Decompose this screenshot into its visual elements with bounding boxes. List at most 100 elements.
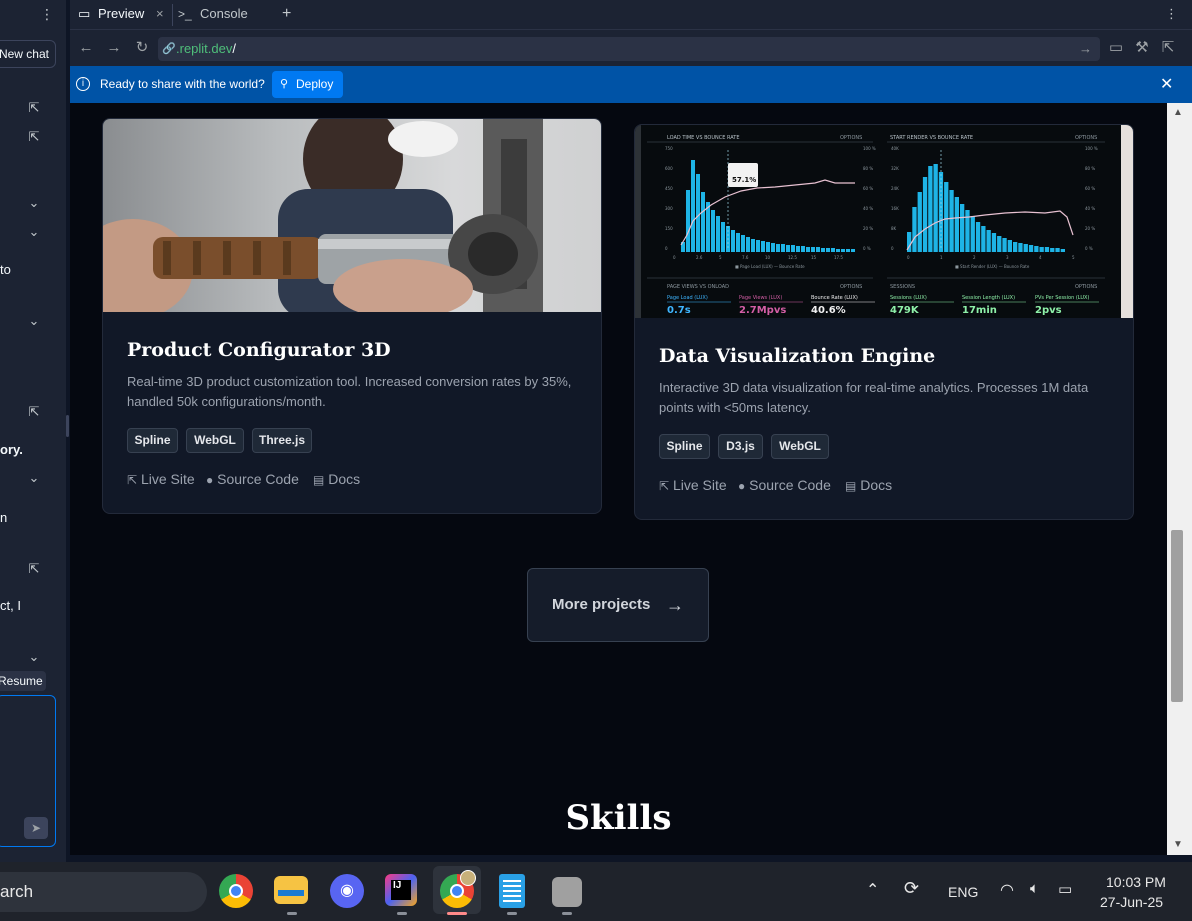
x-tick-label: 5 [1072,255,1075,260]
chevron-up-icon[interactable]: ⌃ [866,880,879,900]
sync-icon[interactable]: ⟳ [904,878,919,899]
source-code-link[interactable]: ● Source Code [206,471,299,487]
histogram-bar [944,182,949,252]
live-site-link[interactable]: ⇱ Live Site [127,471,195,487]
chrome-icon[interactable] [219,874,253,908]
close-icon[interactable]: ✕ [1160,74,1173,94]
project-description: Interactive 3D data visualization for re… [659,380,1089,415]
new-chat-button[interactable]: New chat [0,40,56,68]
panel-title: LOAD TIME VS BOUNCE RATE [667,135,740,141]
svg-text:PAGE VIEWS VS ONLOAD: PAGE VIEWS VS ONLOAD [667,284,729,290]
url-input[interactable]: 🔗 .replit.dev/ → [158,37,1100,61]
tech-tag: WebGL [771,434,829,459]
chrome-profile-icon[interactable] [440,870,476,908]
scroll-up-icon[interactable]: ▲ [1173,107,1183,118]
x-tick-label: 2 [973,255,976,260]
clock-time[interactable]: 10:03 PM [1106,874,1166,890]
back-icon[interactable]: ← [76,38,96,58]
arrow-right-icon: → [666,595,684,615]
search-input[interactable]: arch [0,872,207,912]
open-external-icon[interactable]: ⇱ [26,129,42,145]
tab-preview[interactable]: ▭ Preview × [76,0,172,30]
reload-icon[interactable]: ↻ [132,38,152,58]
document-icon: ▤ [845,479,857,493]
tab-console[interactable]: >_ Console [178,0,274,30]
live-site-link[interactable]: ⇱ Live Site [659,477,727,493]
send-icon[interactable]: ➤ [24,817,48,839]
chevron-down-icon[interactable]: ⌄ [26,649,42,665]
histogram-bar [706,202,710,252]
chevron-down-icon[interactable]: ⌄ [26,224,42,240]
tech-tag: D3.js [718,434,763,459]
histogram-bar [981,226,986,252]
forward-icon[interactable]: → [104,38,124,58]
close-tab-icon[interactable]: × [156,0,164,28]
scrollbar-thumb[interactable] [1171,530,1183,702]
source-code-link[interactable]: ● Source Code [738,477,831,493]
terminal-icon: >_ [178,7,192,21]
devices-icon[interactable]: ▭ [1106,38,1126,58]
notepad-icon[interactable] [499,874,525,908]
volume-icon[interactable]: 🔈︎ [1030,880,1039,897]
file-explorer-icon[interactable] [274,876,308,904]
pane-menu-icon[interactable]: ⋮ [1165,0,1178,30]
histogram-bar [949,190,954,252]
open-external-icon[interactable]: ⇱ [26,404,42,420]
deploy-banner: i Ready to share with the world? ✕ [70,66,1192,103]
y-tick-label: 100 % [863,146,876,151]
devtools-icon[interactable]: ⚒ [1132,38,1152,58]
deploy-button[interactable]: ⚲ Deploy [272,71,343,98]
running-indicator [562,912,572,915]
project-title: Data Visualization Engine [659,345,936,367]
running-indicator [507,912,517,915]
open-external-icon[interactable]: ⇱ [26,561,42,577]
monitor-icon: ▭ [78,6,91,21]
open-new-tab-icon[interactable]: ⇱ [1158,38,1178,58]
panel-title: START RENDER VS BOUNCE RATE [890,135,973,141]
x-tick-label: 12.5 [788,255,797,260]
discord-icon[interactable]: ◉ [330,874,364,908]
metric-label: Bounce Rate (LUX) [811,295,858,301]
x-tick-label: 5 [719,255,722,260]
add-tab-button[interactable]: + [282,0,296,30]
scrollbar[interactable]: ▲ ▼ [1167,103,1192,855]
histogram-bar [751,239,755,252]
histogram-bar [821,248,825,252]
chevron-down-icon[interactable]: ⌄ [26,195,42,211]
legend-label: ■ Page Load (LUX) — Bounce Rate [735,264,805,269]
language-indicator[interactable]: ENG [948,884,978,900]
resume-button[interactable]: Resume [0,671,46,691]
chat-snippet: n [0,510,8,525]
project-card: LOAD TIME VS BOUNCE RATE OPTIONS START R… [634,124,1134,520]
go-icon[interactable]: → [1079,37,1092,61]
more-projects-button[interactable]: More projects → [527,568,709,642]
y-tick-label: 24K [891,186,899,191]
docs-link[interactable]: ▤ Docs [845,477,892,493]
x-tick-label: 1 [940,255,943,260]
chevron-down-icon[interactable]: ⌄ [26,470,42,486]
histogram-bar [841,249,845,252]
histogram-bar [965,210,970,252]
y-tick-label: 60 % [863,186,873,191]
metric-label: PVs Per Session (LUX) [1035,295,1089,301]
scroll-down-icon[interactable]: ▼ [1173,839,1183,850]
running-indicator [397,912,407,915]
wifi-icon[interactable]: ◠ [1000,880,1014,900]
open-external-icon[interactable]: ⇱ [26,100,42,116]
y-tick-label: 0 [891,246,894,251]
chevron-down-icon[interactable]: ⌄ [26,313,42,329]
intellij-icon[interactable]: IJ [385,874,417,906]
histogram-bar [746,237,750,252]
histogram-bar [960,204,965,252]
app-icon[interactable] [552,877,582,907]
panel-menu-icon[interactable]: ⋮ [40,6,54,23]
histogram-bar [771,243,775,252]
y-tick-label: 40K [891,146,899,151]
clock-date[interactable]: 27-Jun-25 [1100,894,1163,910]
dashboard-screenshot: LOAD TIME VS BOUNCE RATE OPTIONS START R… [647,135,1105,316]
docs-link[interactable]: ▤ Docs [313,471,360,487]
chat-snippet: to [0,262,11,277]
metric-tiles: Page Load (LUX) 0.7s Page Views (LUX) 2.7Mp… [667,295,1099,316]
battery-icon[interactable]: ▭ [1058,880,1072,898]
metric-value: 0.7s [667,305,691,316]
